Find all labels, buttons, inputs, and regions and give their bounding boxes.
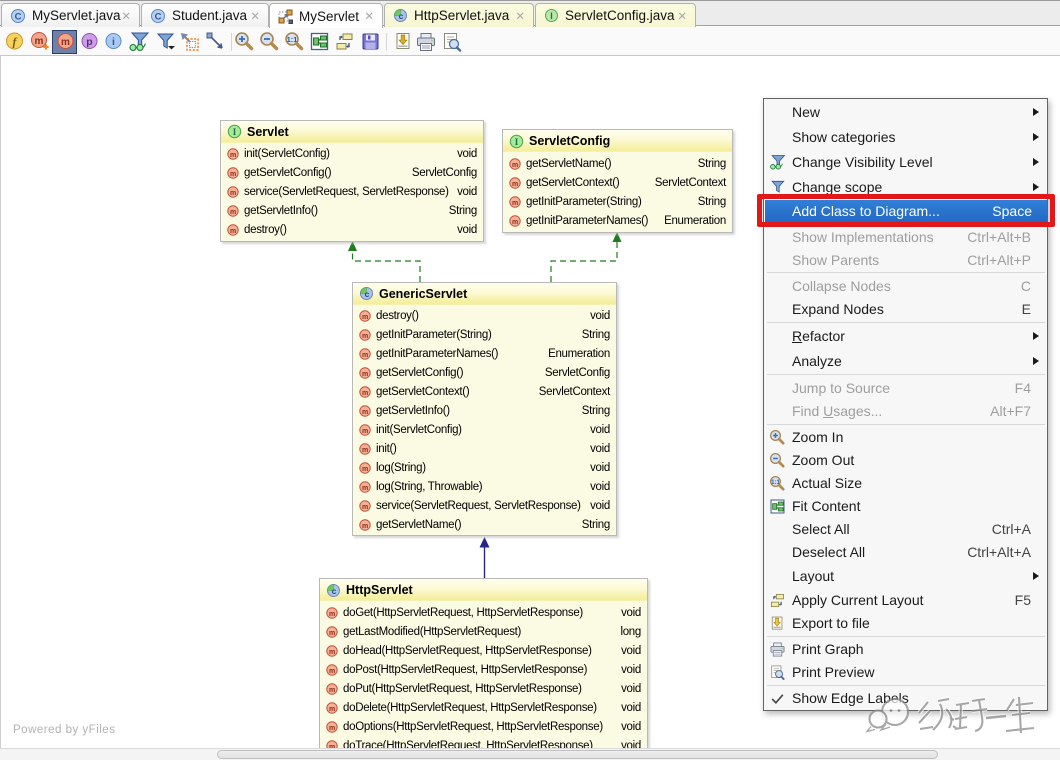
svg-text:m: m	[61, 37, 70, 48]
svg-text:c: c	[399, 11, 404, 21]
svg-text:m: m	[329, 706, 335, 713]
svg-text:m: m	[362, 333, 368, 340]
svg-text:m: m	[362, 352, 368, 359]
svg-text:p: p	[86, 36, 92, 48]
svg-text:C: C	[155, 11, 162, 22]
svg-text:m: m	[362, 314, 368, 321]
svg-text:m: m	[362, 409, 368, 416]
svg-text:i: i	[112, 36, 115, 48]
svg-text:I: I	[550, 11, 553, 21]
svg-text:m: m	[362, 466, 368, 473]
svg-text:m: m	[230, 190, 236, 197]
svg-text:m: m	[512, 219, 518, 226]
svg-text:m: m	[329, 630, 335, 637]
svg-text:m: m	[329, 668, 335, 675]
svg-text:m: m	[362, 485, 368, 492]
svg-text:m: m	[362, 428, 368, 435]
svg-text:m: m	[230, 171, 236, 178]
svg-text:m: m	[362, 447, 368, 454]
svg-text:m: m	[230, 209, 236, 216]
svg-text:m: m	[362, 523, 368, 530]
svg-text:m: m	[329, 649, 335, 656]
svg-text:m: m	[362, 504, 368, 511]
svg-text:I: I	[233, 127, 237, 137]
svg-text:m: m	[329, 725, 335, 732]
svg-text:m: m	[512, 200, 518, 207]
svg-text:C: C	[15, 11, 22, 22]
svg-text:m: m	[230, 228, 236, 235]
svg-text:m: m	[362, 371, 368, 378]
svg-text:m: m	[329, 687, 335, 694]
svg-text:m: m	[362, 390, 368, 397]
svg-text:I: I	[515, 137, 519, 147]
svg-text:m: m	[512, 181, 518, 188]
svg-text:c: c	[332, 586, 337, 596]
svg-text:c: c	[365, 289, 370, 299]
svg-text:m: m	[512, 162, 518, 169]
svg-text:m: m	[35, 36, 44, 47]
svg-text:m: m	[329, 611, 335, 618]
svg-text:m: m	[230, 152, 236, 159]
